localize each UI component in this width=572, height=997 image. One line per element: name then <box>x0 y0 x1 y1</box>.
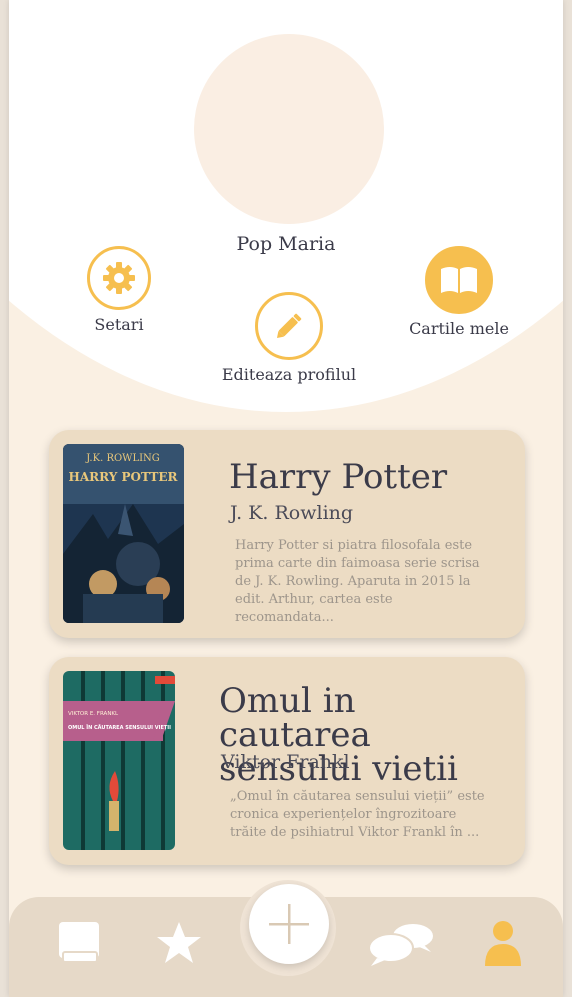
my-books-label: Cartile mele <box>409 319 509 338</box>
gear-icon <box>103 262 135 294</box>
settings-button[interactable]: Setari <box>84 246 154 334</box>
book-icon[interactable] <box>55 918 103 966</box>
my-books-button[interactable]: Cartile mele <box>404 246 514 338</box>
book-cover-illustration: J.K. ROWLING HARRY POTTER <box>63 444 184 623</box>
cover-title-text: HARRY POTTER <box>69 470 179 484</box>
settings-label: Setari <box>94 315 144 334</box>
cover-author-text: J.K. ROWLING <box>85 453 160 464</box>
settings-circle[interactable] <box>87 246 151 310</box>
cover-title-text: OMUL ÎN CĂUTAREA SENSULUI VIEȚII <box>68 723 171 731</box>
book-description: „Omul în căutarea sensului vieții” este … <box>230 789 485 840</box>
pencil-icon <box>276 313 302 339</box>
edit-profile-label: Editeaza profilul <box>221 365 357 384</box>
edit-profile-button[interactable]: Editeaza profilul <box>214 292 364 384</box>
star-icon[interactable] <box>155 920 203 966</box>
book-cover: J.K. ROWLING HARRY POTTER <box>63 444 184 623</box>
avatar[interactable] <box>194 34 384 224</box>
book-cover-illustration: VIKTOR E. FRANKL OMUL ÎN CĂUTAREA SENSUL… <box>63 671 175 850</box>
book-author: Viktor Frankl <box>221 751 350 773</box>
add-button[interactable] <box>249 884 329 964</box>
book-title: Harry Potter <box>229 457 448 497</box>
book-author: J. K. Rowling <box>230 502 354 524</box>
edit-profile-circle[interactable] <box>255 292 323 360</box>
book-card[interactable]: VIKTOR E. FRANKL OMUL ÎN CĂUTAREA SENSUL… <box>49 657 525 865</box>
plus-icon <box>269 904 309 944</box>
open-book-icon <box>441 267 477 293</box>
chat-icon[interactable] <box>367 920 437 968</box>
phone-screen: Pop Maria Setari Editeaza profilul Carti… <box>9 0 563 997</box>
cover-author-text: VIKTOR E. FRANKL <box>68 711 119 717</box>
my-books-circle[interactable] <box>425 246 493 314</box>
book-card[interactable]: J.K. ROWLING HARRY POTTER Harry Potter J… <box>49 430 525 638</box>
user-icon[interactable] <box>483 920 523 968</box>
book-cover: VIKTOR E. FRANKL OMUL ÎN CĂUTAREA SENSUL… <box>63 671 175 850</box>
book-description: Harry Potter si piatra filosofala este p… <box>235 538 480 625</box>
